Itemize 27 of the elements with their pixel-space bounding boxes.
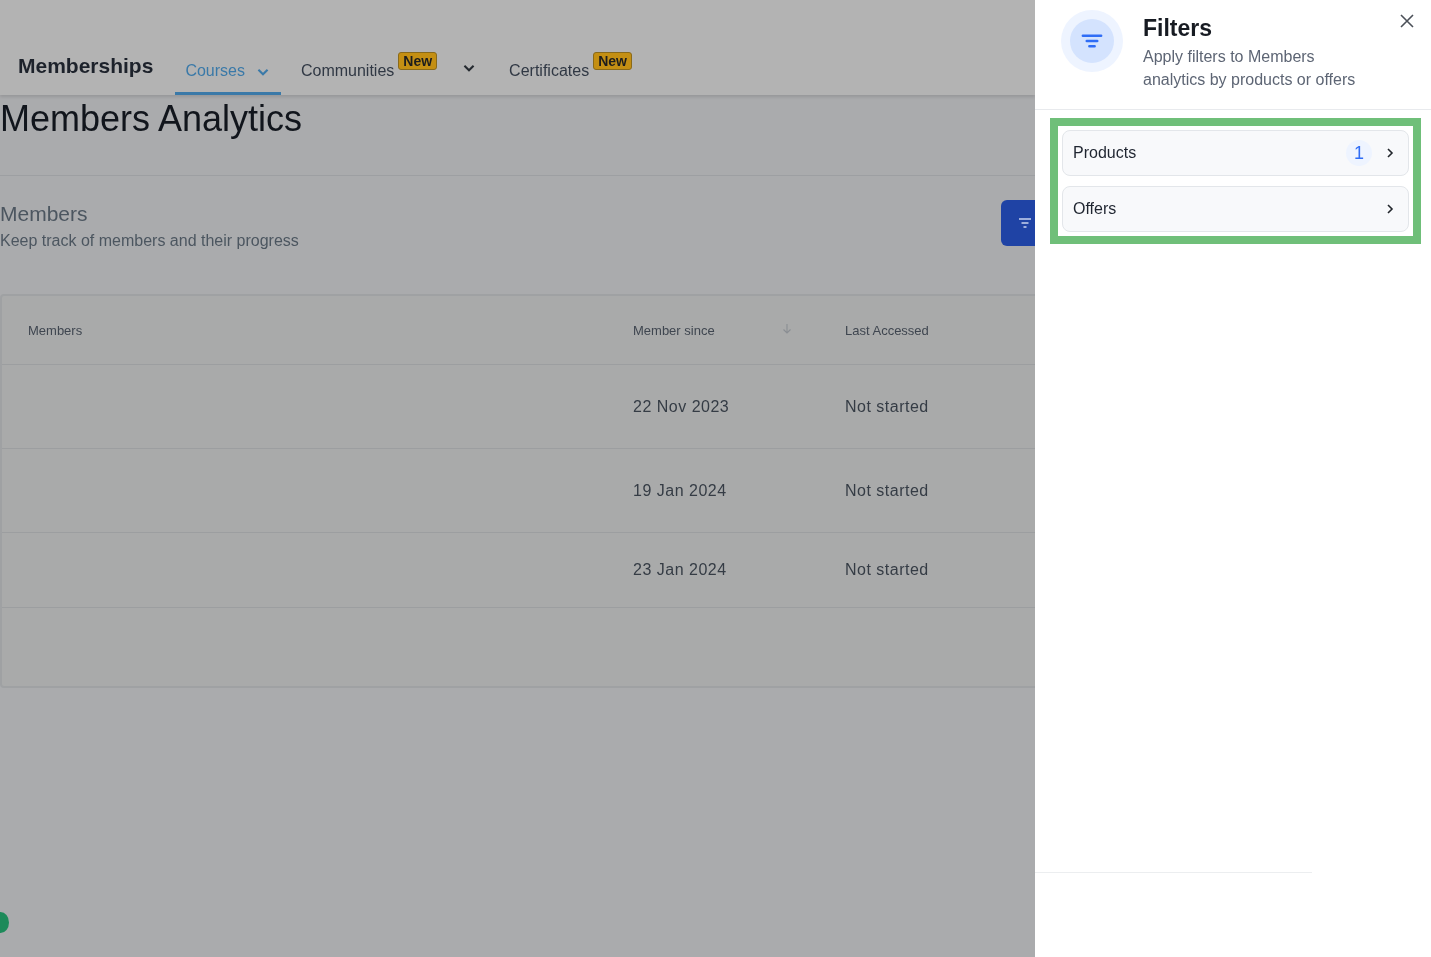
filter-icon bbox=[1017, 215, 1033, 231]
column-header: Members bbox=[27, 322, 84, 338]
table-cell: Not started bbox=[845, 561, 929, 579]
panel-subtitle: Apply filters to Members analytics by products or offers bbox=[1143, 47, 1357, 90]
table-cell-text: 19 Jan 2024 bbox=[633, 481, 728, 500]
table-cell-text: 23 Jan 2024 bbox=[633, 561, 728, 579]
close-icon[interactable] bbox=[1399, 13, 1415, 29]
chevron-right-icon bbox=[1384, 147, 1396, 159]
table-cell: Not started bbox=[845, 397, 929, 416]
column-header[interactable]: Member since bbox=[633, 322, 715, 338]
count-badge: 1 bbox=[1346, 140, 1372, 166]
new-badge: New bbox=[593, 52, 632, 70]
section-subtitle: Keep track of members and their progress bbox=[0, 232, 299, 250]
panel-title: Filters bbox=[1143, 15, 1214, 42]
filter-item[interactable]: Offers bbox=[1062, 186, 1409, 232]
table-cell-text: 22 Nov 2023 bbox=[633, 397, 731, 416]
chevron-right-icon bbox=[1384, 203, 1396, 215]
section-title: Members bbox=[0, 202, 89, 226]
app-title: Memberships bbox=[18, 54, 154, 78]
nav-tab[interactable]: Communities New bbox=[290, 52, 448, 95]
new-badge: New bbox=[398, 52, 438, 70]
filter-item[interactable]: Products 1 bbox=[1062, 130, 1409, 176]
page-title: Members Analytics bbox=[0, 97, 304, 141]
column-header: Last Accessed bbox=[845, 322, 929, 338]
table-cell: Not started bbox=[845, 481, 929, 500]
filter-button[interactable] bbox=[1001, 200, 1035, 246]
nav-tab[interactable]: Certificates New bbox=[499, 52, 642, 95]
